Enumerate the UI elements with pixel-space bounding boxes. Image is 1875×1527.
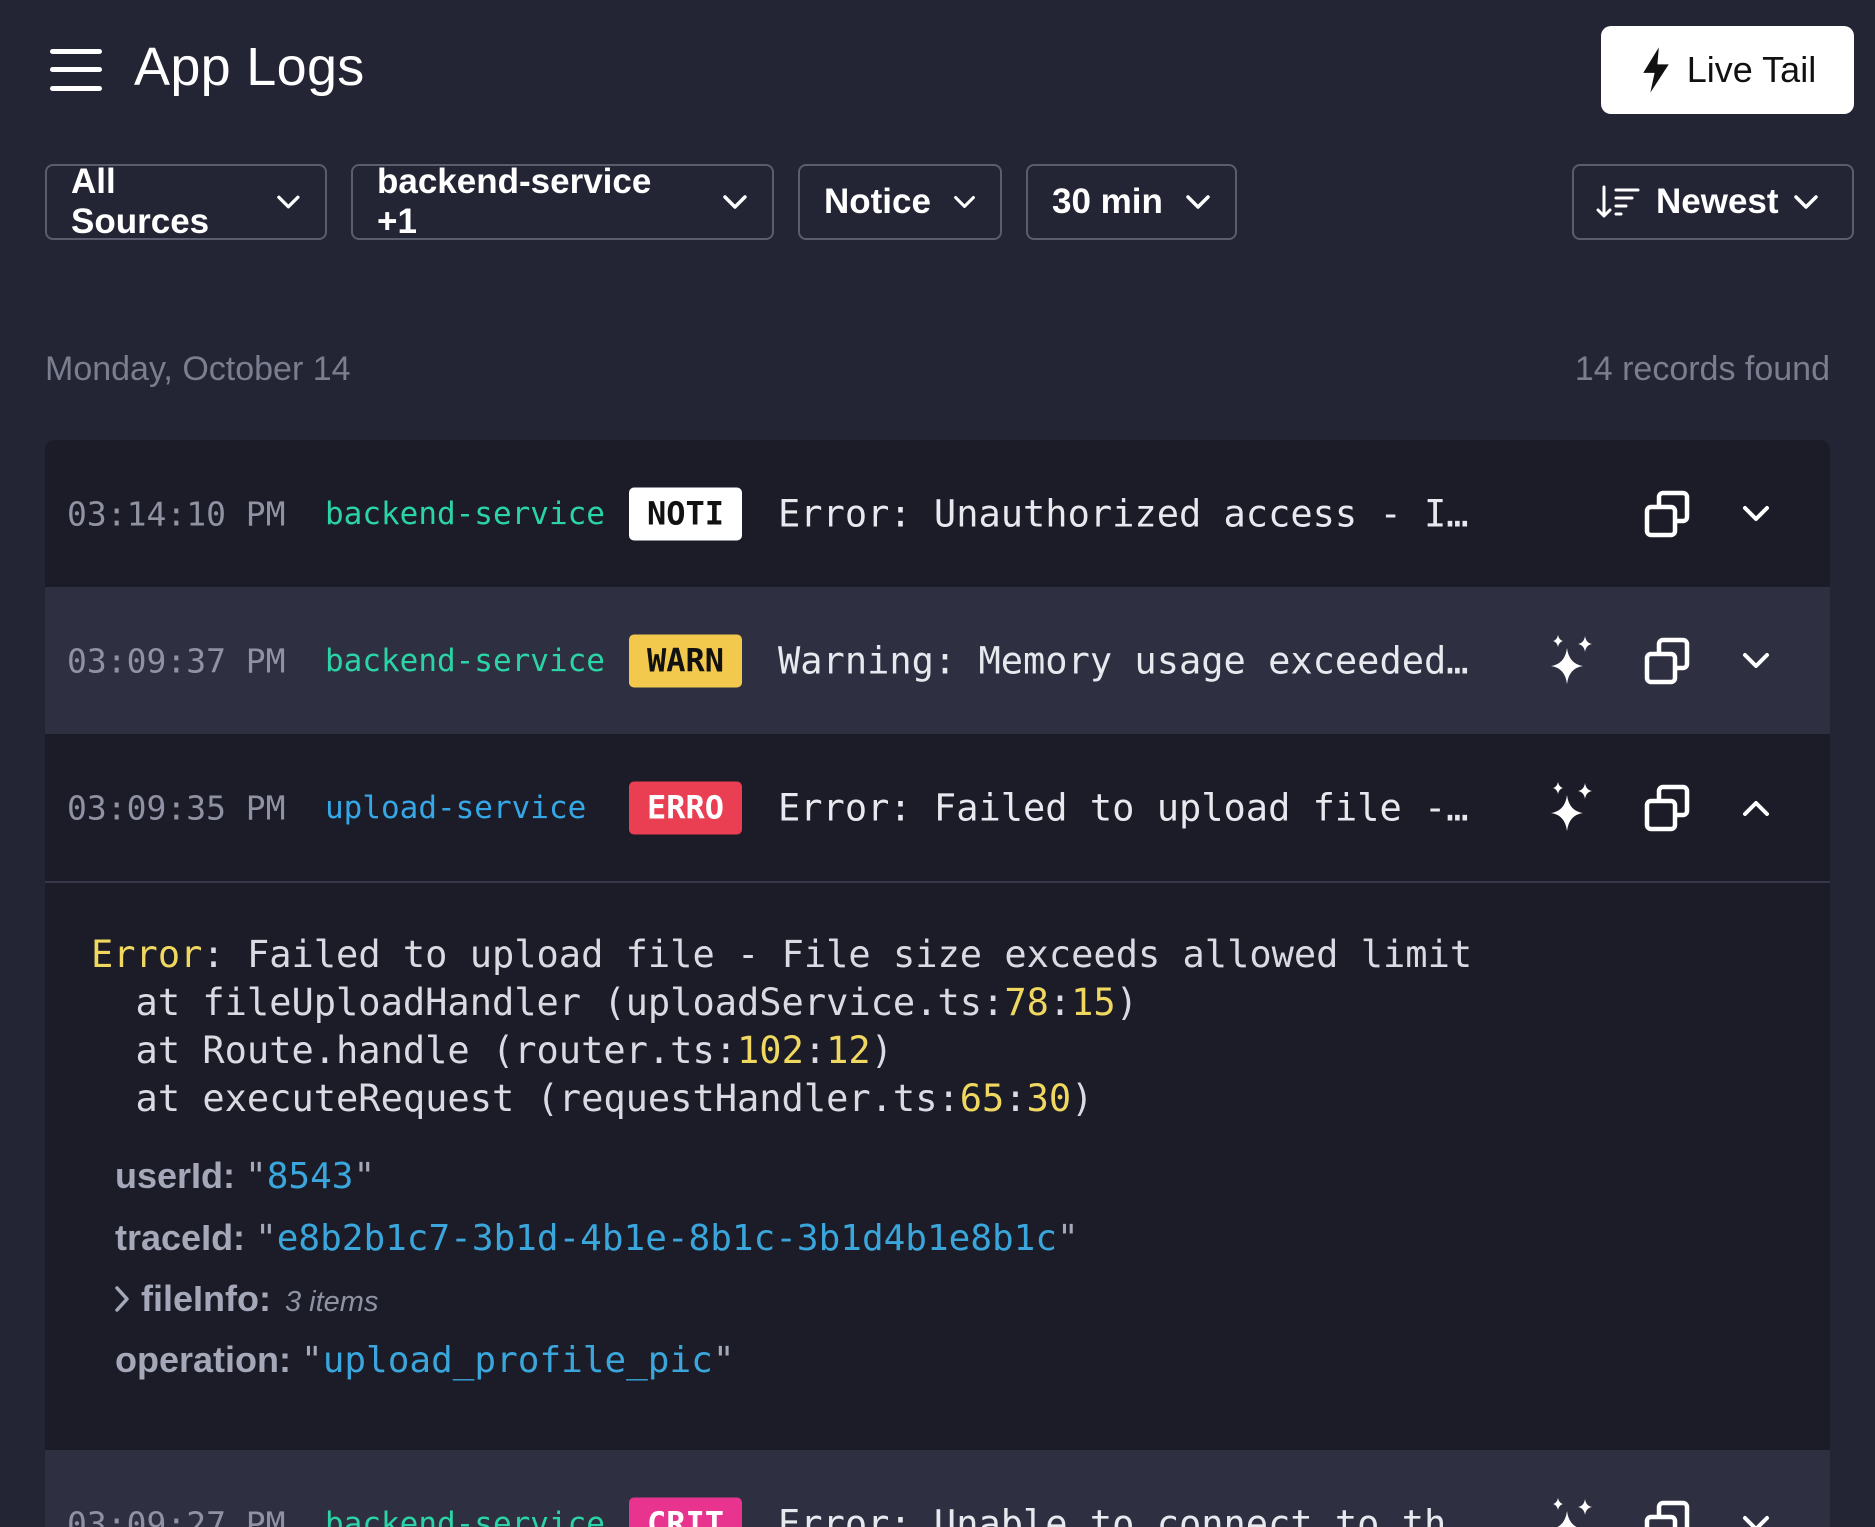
- log-time: 03:09:35 PM: [67, 788, 286, 827]
- stack-frame-line: 78: [1004, 981, 1049, 1024]
- level-badge-noti: NOTI: [629, 487, 742, 540]
- service-filter-label: backend-service +1: [377, 162, 652, 241]
- field-traceid: traceId: "e8b2b1c7-3b1d-4b1e-8b1c-3b1d4b…: [115, 1217, 1079, 1259]
- log-message: Error: Failed to upload file -…: [778, 786, 1469, 829]
- time-range-filter[interactable]: 30 min: [1026, 164, 1237, 240]
- field-value: e8b2b1c7-3b1d-4b1e-8b1c-3b1d4b1e8b1c: [276, 1218, 1058, 1259]
- log-row[interactable]: 03:14:10 PM backend-service NOTI Error: …: [45, 440, 1830, 587]
- copy-icon[interactable]: [1639, 632, 1697, 690]
- sources-filter[interactable]: All Sources: [45, 162, 327, 241]
- date-heading: Monday, October 14: [45, 350, 351, 388]
- stack-frame-line: 65: [959, 1077, 1005, 1120]
- time-range-filter-label: 30 min: [1052, 182, 1163, 221]
- live-tail-label: Live Tail: [1686, 49, 1817, 90]
- sparkles-icon[interactable]: [1543, 632, 1601, 690]
- level-badge-crit: CRIT: [629, 1497, 742, 1527]
- log-time: 03:09:27 PM: [67, 1504, 286, 1527]
- field-summary: 3 items: [284, 1286, 379, 1318]
- error-keyword: Error: [91, 933, 203, 976]
- chevron-down-icon: [723, 195, 747, 209]
- log-time: 03:14:10 PM: [67, 494, 286, 533]
- level-filter[interactable]: Notice: [798, 164, 1002, 240]
- sparkles-icon[interactable]: [1543, 1495, 1601, 1527]
- sources-filter-label: All Sources: [71, 162, 210, 241]
- stack-frame-col: 12: [826, 1029, 871, 1072]
- log-service: backend-service: [325, 1505, 605, 1527]
- log-time: 03:09:37 PM: [67, 641, 286, 680]
- menu-icon[interactable]: [46, 44, 106, 96]
- stack-frame-prefix: at fileUploadHandler (uploadService.ts:: [91, 981, 1005, 1024]
- records-count: 14 records found: [1574, 350, 1830, 388]
- log-message: Error: Unable to connect to th: [778, 1502, 1447, 1527]
- log-row[interactable]: 03:09:27 PM backend-service CRIT Error: …: [45, 1450, 1830, 1527]
- log-service: upload-service: [325, 789, 587, 826]
- chevron-down-icon: [277, 195, 300, 209]
- level-badge-warn: WARN: [629, 634, 742, 687]
- app-header: App Logs Live Tail: [0, 0, 1875, 140]
- copy-icon[interactable]: [1639, 485, 1697, 543]
- chevron-down-icon: [1186, 195, 1210, 209]
- sort-label: Newest: [1656, 182, 1779, 221]
- chevron-down-icon[interactable]: [1731, 1499, 1781, 1527]
- sort-descending-icon: [1596, 185, 1640, 218]
- field-key: operation:: [115, 1339, 291, 1380]
- error-text: : Failed to upload file - File size exce…: [202, 933, 1473, 976]
- field-userid: userId: "8543": [115, 1155, 376, 1197]
- log-row[interactable]: 03:09:37 PM backend-service WARN Warning…: [45, 587, 1830, 734]
- chevron-down-icon: [954, 196, 975, 208]
- log-details-panel: Error: Failed to upload file - File size…: [45, 881, 1830, 1450]
- live-tail-button[interactable]: Live Tail: [1601, 26, 1854, 114]
- chevron-up-icon[interactable]: [1731, 783, 1781, 833]
- service-filter[interactable]: backend-service +1: [351, 162, 774, 241]
- log-message: Error: Unauthorized access - I…: [778, 492, 1469, 535]
- chevron-right-icon: [115, 1286, 129, 1312]
- sort-dropdown[interactable]: Newest: [1572, 164, 1854, 240]
- field-fileinfo-toggle[interactable]: fileInfo: 3 items: [113, 1278, 378, 1320]
- stack-frame-prefix: at executeRequest (requestHandler.ts:: [91, 1077, 960, 1120]
- log-row-expanded[interactable]: 03:09:35 PM upload-service ERRO Error: F…: [45, 734, 1830, 881]
- chevron-down-icon: [1793, 195, 1818, 209]
- lightning-icon: [1643, 47, 1669, 93]
- chevron-down-icon[interactable]: [1731, 636, 1781, 686]
- level-badge-erro: ERRO: [629, 781, 742, 834]
- field-key: traceId:: [115, 1217, 246, 1258]
- page-title: App Logs: [134, 37, 365, 97]
- field-key: fileInfo:: [141, 1278, 271, 1319]
- stack-frame-col: 30: [1026, 1077, 1072, 1120]
- log-list: 03:14:10 PM backend-service NOTI Error: …: [45, 440, 1830, 1527]
- field-operation: operation: "upload_profile_pic": [115, 1339, 735, 1381]
- field-key: userId:: [115, 1155, 236, 1196]
- stack-frame-col: 15: [1071, 981, 1116, 1024]
- field-value: 8543: [266, 1156, 354, 1197]
- copy-icon[interactable]: [1639, 1495, 1697, 1527]
- chevron-down-icon[interactable]: [1731, 489, 1781, 539]
- field-value: upload_profile_pic: [322, 1340, 713, 1381]
- log-service: backend-service: [325, 495, 605, 532]
- copy-icon[interactable]: [1639, 779, 1697, 837]
- log-service: backend-service: [325, 642, 605, 679]
- log-message: Warning: Memory usage exceeded…: [778, 639, 1469, 682]
- level-filter-label: Notice: [824, 182, 931, 221]
- stack-trace: Error: Failed to upload file - File size…: [91, 933, 1473, 1120]
- stack-frame-prefix: at Route.handle (router.ts:: [91, 1029, 738, 1072]
- stack-frame-line: 102: [737, 1029, 804, 1072]
- sparkles-icon[interactable]: [1543, 779, 1601, 837]
